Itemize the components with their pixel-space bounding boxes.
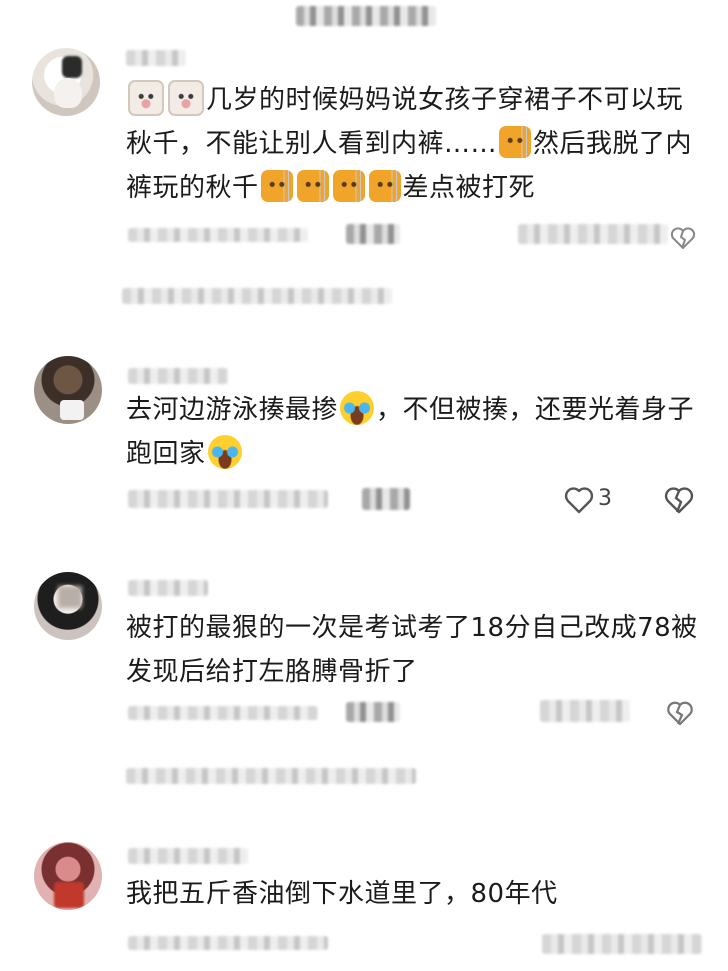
bear-emoji-icon [368,169,401,202]
cat-emoji-icon [168,79,204,116]
like-blurred[interactable] [518,224,668,244]
cat-emoji-icon [128,79,164,116]
avatar[interactable] [34,842,102,910]
meta-blurred [128,706,318,720]
avatar[interactable] [34,572,102,640]
heart-icon[interactable] [564,486,594,518]
replies-blurred[interactable] [126,768,416,784]
comment-text: 被打的最狠的一次是考试考了18分自己改成78被发现后给打左胳膊骨折了 [126,606,706,694]
comment-text-part: 我把五斤香油倒下水道里了，80年代 [126,879,558,909]
like-count: 3 [598,486,612,511]
comment-text: 几岁的时候妈妈说女孩子穿裙子不可以玩秋千，不能让别人看到内裤…… 然后我脱了内裤玩… [126,78,706,210]
blurred-header [296,6,436,26]
avatar[interactable] [34,356,102,424]
crying-emoji-icon [207,434,242,469]
bear-emoji-icon [332,169,365,202]
crying-emoji-icon [340,390,375,425]
replies-blurred[interactable] [122,288,392,304]
username-blurred[interactable] [128,368,228,384]
meta-blurred [362,488,410,510]
bear-emoji-icon [260,169,293,202]
avatar[interactable] [32,48,100,116]
meta-blurred [346,224,400,244]
like-blurred[interactable] [540,700,630,722]
watermark-blurred [542,934,702,954]
username-blurred[interactable] [128,580,208,596]
meta-blurred [128,228,308,242]
meta-blurred [346,702,400,722]
broken-heart-icon[interactable] [670,226,696,254]
username-blurred[interactable] [128,848,248,864]
comment-text: 去河边游泳揍最掺 ，不但被揍，还要光着身子跑回家 [126,388,706,476]
meta-blurred [128,490,328,508]
comment-text-part: 差点被打死 [402,173,536,203]
meta-blurred [128,936,328,950]
broken-heart-icon[interactable] [664,486,694,518]
comment-text-part: 被打的最狠的一次是考试考了18分自己改成78被发现后给打左胳膊骨折了 [126,613,698,687]
bear-emoji-icon [499,125,532,158]
bear-emoji-icon [296,169,329,202]
comment-text-part: 去河边游泳揍最掺 [126,395,339,425]
broken-heart-icon[interactable] [666,700,694,730]
comment-text: 我把五斤香油倒下水道里了，80年代 [126,872,706,916]
username-blurred[interactable] [126,50,186,66]
